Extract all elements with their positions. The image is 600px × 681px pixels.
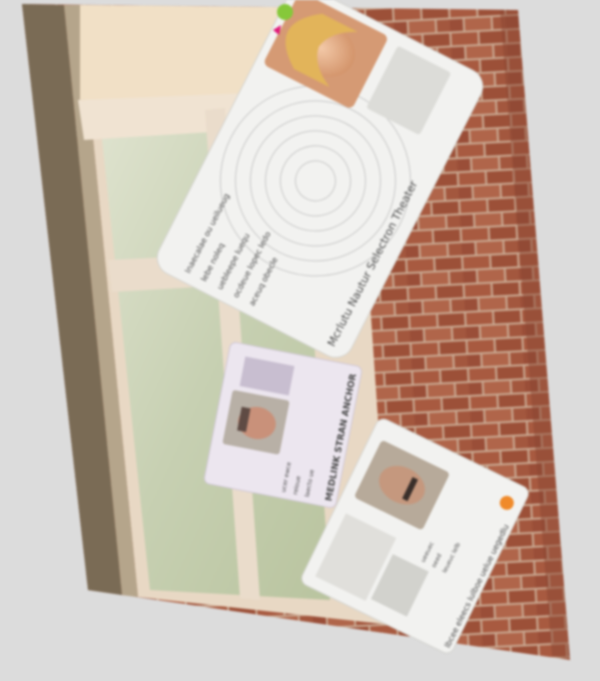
photo-scene: Mcrlutu Nautur Selectron Theater Inaecal…	[22, 0, 570, 660]
id-card-middle: MEDLINK STRAN ANCHOR ucer ewce reioue la…	[204, 342, 362, 508]
